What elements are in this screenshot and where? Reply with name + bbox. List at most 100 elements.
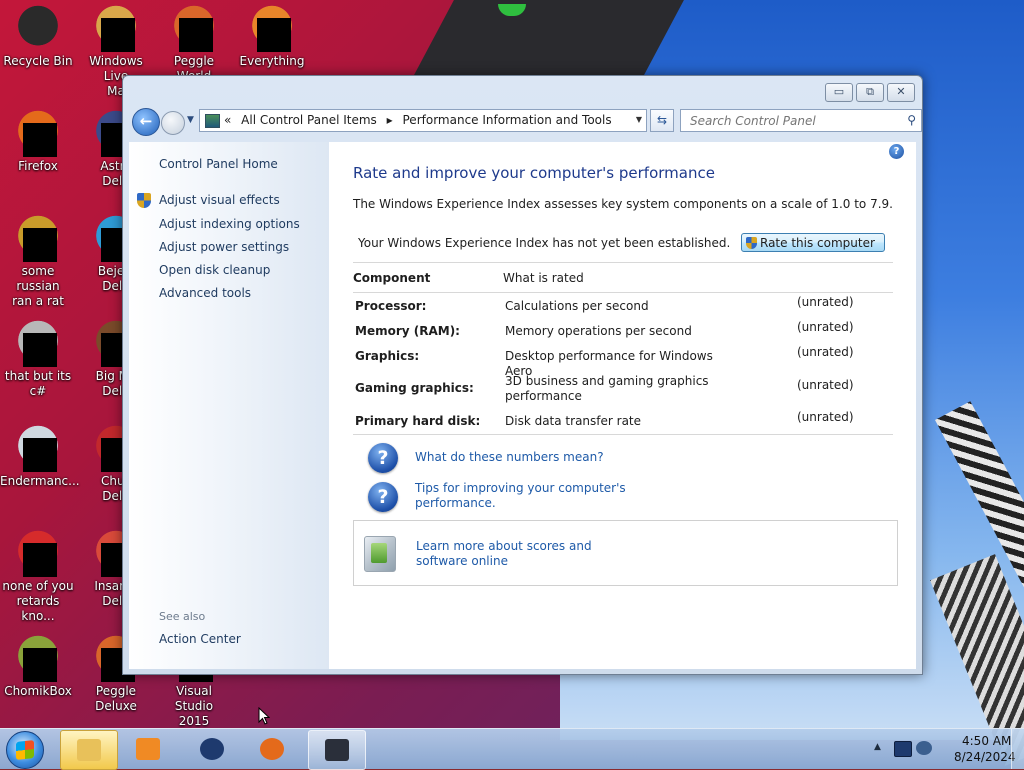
windows-live-icon: [92, 4, 140, 52]
taskbar-button-performance-window[interactable]: [308, 730, 366, 770]
desktop-icon[interactable]: Peggle World: [156, 4, 232, 84]
window-icon: [325, 739, 349, 761]
redaction-block: [23, 438, 57, 472]
close-button[interactable]: ✕: [887, 83, 915, 102]
advanced-tools-link[interactable]: Advanced tools: [159, 286, 251, 300]
navigation-bar: ← ▼ « All Control Panel Items ▸ Performa…: [132, 107, 922, 136]
maximize-button[interactable]: ⧉: [856, 83, 884, 102]
address-bar[interactable]: « All Control Panel Items ▸ Performance …: [199, 109, 647, 132]
redaction-block: [23, 123, 57, 157]
volume-icon[interactable]: [916, 741, 932, 755]
show-desktop-button[interactable]: [1011, 729, 1024, 769]
opera-icon: [14, 529, 62, 577]
show-hidden-icons-button[interactable]: ▲: [874, 742, 881, 752]
redaction-block: [257, 18, 291, 52]
window-content: Control Panel Home Adjust visual effects…: [129, 142, 916, 669]
open-disk-cleanup-link[interactable]: Open disk cleanup: [159, 263, 270, 277]
control-panel-home-link[interactable]: Control Panel Home: [159, 157, 278, 171]
divider: [353, 262, 893, 263]
desktop-icon-label: ChomikBox: [4, 684, 72, 698]
redaction-block: [179, 18, 213, 52]
adjust-power-settings-link[interactable]: Adjust power settings: [159, 240, 289, 254]
action-center-link[interactable]: Action Center: [159, 632, 241, 646]
refresh-button[interactable]: ⇆: [650, 109, 674, 132]
search-input[interactable]: [688, 113, 892, 129]
network-icon[interactable]: [894, 741, 912, 757]
redaction-block: [23, 333, 57, 367]
search-box[interactable]: ⚲: [680, 109, 922, 132]
desktop-icon-label: that but its c#: [4, 369, 72, 398]
search-icon[interactable]: ⚲: [907, 113, 916, 127]
taskbar-button-globe[interactable]: [184, 730, 240, 768]
back-button[interactable]: ←: [132, 108, 160, 136]
minimize-button[interactable]: ▭: [825, 83, 853, 102]
address-dropdown-icon[interactable]: ▼: [636, 115, 642, 124]
desktop-icon[interactable]: Endermanc...: [0, 424, 80, 489]
redaction-block: [101, 18, 135, 52]
breadcrumb-separator[interactable]: ▸: [387, 113, 393, 127]
clock-date[interactable]: 8/24/2024: [954, 750, 1016, 764]
forward-button[interactable]: [161, 111, 185, 135]
mouse-cursor-icon: [258, 707, 270, 725]
caption-buttons: ▭ ⧉ ✕: [825, 83, 915, 102]
taskbar-button-explorer[interactable]: [60, 730, 118, 770]
component-name: Graphics:: [355, 349, 420, 363]
desktop-icon[interactable]: that but its c#: [0, 319, 76, 399]
taskbar-button-media-player[interactable]: [120, 730, 176, 768]
learn-more-link[interactable]: Learn more about scores and software onl…: [416, 539, 592, 569]
media-player-icon: [136, 738, 160, 760]
chomikbox-icon: [14, 634, 62, 682]
index-status-text: Your Windows Experience Index has not ye…: [358, 236, 731, 250]
desktop-icon[interactable]: Recycle Bin: [0, 4, 76, 69]
start-button[interactable]: [6, 731, 44, 769]
component-name: Memory (RAM):: [355, 324, 460, 338]
globe-icon: [200, 738, 224, 760]
breadcrumb-item-all-control-panel-items[interactable]: All Control Panel Items: [241, 113, 377, 127]
column-header-component: Component: [353, 271, 431, 285]
desktop-icon[interactable]: Firefox: [0, 109, 76, 174]
redaction-block: [23, 648, 57, 682]
rate-this-computer-button[interactable]: Rate this computer: [741, 233, 885, 252]
component-name: Gaming graphics:: [355, 381, 474, 395]
main-pane: ? Rate and improve your computer's perfo…: [353, 142, 913, 669]
peggle-world-icon: [170, 4, 218, 52]
see-also-heading: See also: [159, 610, 206, 623]
shield-icon: [746, 236, 757, 249]
component-name: Primary hard disk:: [355, 414, 481, 428]
subscore: (unrated): [797, 410, 854, 424]
desktop-icon-label: Everything: [239, 54, 305, 68]
firefox-icon: [260, 738, 284, 760]
desktop-icon[interactable]: ChomikBox: [0, 634, 76, 699]
breadcrumb-overflow[interactable]: «: [224, 113, 231, 127]
desktop-icon-label: Recycle Bin: [3, 54, 73, 68]
tips-for-improving-link[interactable]: Tips for improving your computer's perfo…: [415, 481, 626, 511]
desktop-icon[interactable]: Everything: [234, 4, 310, 69]
desktop-icon-label: none of you retards kno...: [2, 579, 74, 623]
system-tray: ▲ 4:50 AM 8/24/2024: [854, 729, 1024, 769]
clock-time[interactable]: 4:50 AM: [962, 734, 1011, 748]
adjust-visual-effects-link[interactable]: Adjust visual effects: [159, 193, 280, 207]
taskbar-button-firefox[interactable]: [244, 730, 300, 768]
what-is-rated: 3D business and gaming graphics performa…: [505, 374, 709, 403]
desktop-icon-label: Visual Studio 2015: [174, 684, 214, 728]
page-title: Rate and improve your computer's perform…: [353, 164, 715, 182]
everything-icon: [248, 4, 296, 52]
desktop-icon-label: Peggle Deluxe: [95, 684, 137, 713]
folder-icon: [77, 739, 101, 761]
adjust-indexing-options-link[interactable]: Adjust indexing options: [159, 217, 300, 231]
learn-more-panel: Learn more about scores and software onl…: [353, 520, 898, 586]
desktop-icon[interactable]: none of you retards kno...: [0, 529, 76, 624]
taskbar: ▲ 4:50 AM 8/24/2024: [0, 728, 1024, 770]
shield-icon: [137, 193, 151, 208]
breadcrumb-item-performance[interactable]: Performance Information and Tools: [403, 113, 612, 127]
tools-icon: [364, 536, 396, 572]
what-is-rated: Calculations per second: [505, 299, 649, 313]
desktop-icon[interactable]: some russian ran a rat: [0, 214, 76, 309]
recent-pages-dropdown[interactable]: ▼: [187, 115, 194, 125]
what-do-these-numbers-mean-link[interactable]: What do these numbers mean?: [415, 450, 604, 465]
intro-text: The Windows Experience Index assesses ke…: [353, 197, 893, 211]
subscore: (unrated): [797, 295, 854, 309]
help-icon[interactable]: ?: [889, 144, 904, 159]
breadcrumb: « All Control Panel Items ▸ Performance …: [224, 113, 618, 127]
windows-logo-icon: [16, 740, 34, 760]
